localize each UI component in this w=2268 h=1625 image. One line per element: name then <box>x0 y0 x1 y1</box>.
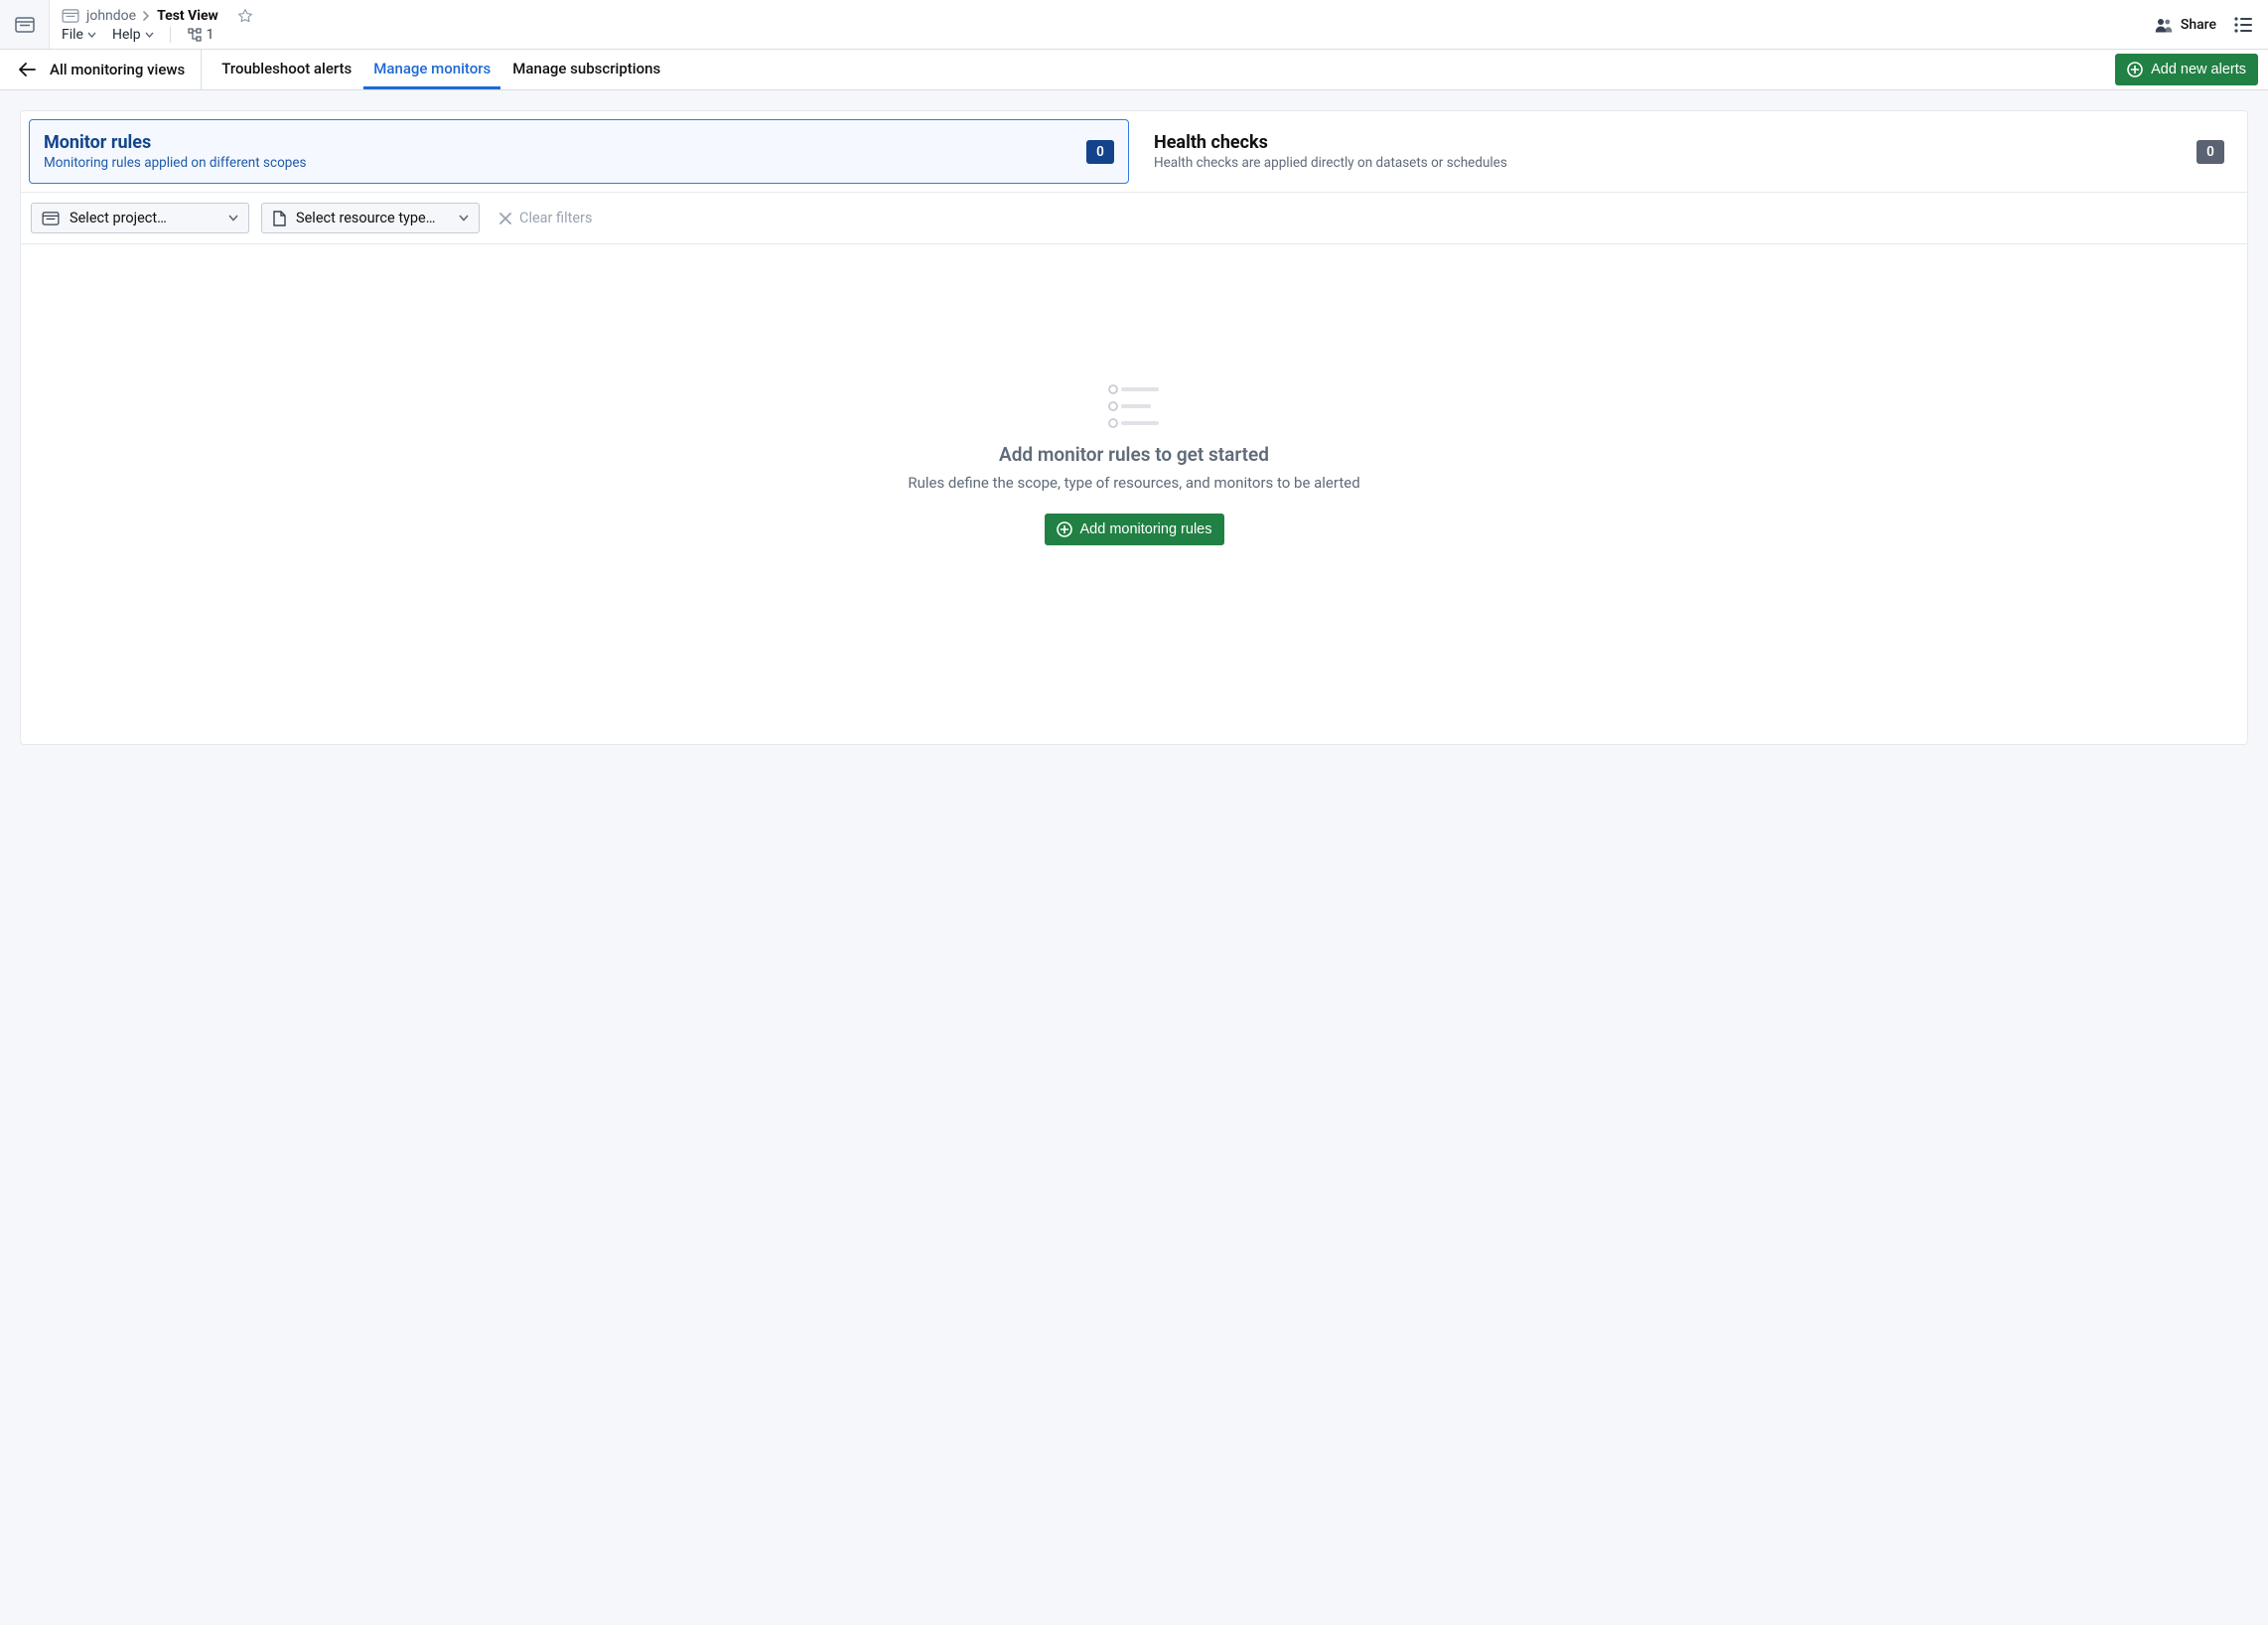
add-new-alerts-button[interactable]: Add new alerts <box>2115 54 2258 85</box>
card-monitor-rules-title: Monitor rules <box>44 132 306 153</box>
select-project-label: Select project… <box>70 210 167 226</box>
empty-state: Add monitor rules to get started Rules d… <box>21 244 2247 744</box>
menu-divider <box>170 27 171 43</box>
select-resource-type-label: Select resource type… <box>296 210 435 226</box>
tab-manage-monitors-label: Manage monitors <box>373 60 491 77</box>
plus-circle-icon <box>1057 521 1072 537</box>
folder-small-icon <box>62 9 79 23</box>
breadcrumb: johndoe Test View <box>62 7 2155 25</box>
select-project-dropdown[interactable]: Select project… <box>31 203 249 233</box>
people-icon <box>2155 17 2173 33</box>
tab-manage-monitors[interactable]: Manage monitors <box>363 50 500 89</box>
menu-file[interactable]: File <box>62 27 96 43</box>
main-panel: Monitor rules Monitoring rules applied o… <box>20 110 2248 745</box>
app-icon <box>0 0 50 49</box>
branch-icon <box>187 27 203 43</box>
document-icon <box>272 211 286 226</box>
tab-manage-subscriptions-label: Manage subscriptions <box>512 60 660 77</box>
close-icon <box>499 213 511 224</box>
card-health-checks-title: Health checks <box>1154 132 1507 153</box>
card-health-checks-count: 0 <box>2197 140 2224 164</box>
caret-down-icon <box>228 215 238 222</box>
card-monitor-rules-desc: Monitoring rules applied on different sc… <box>44 155 306 171</box>
share-button[interactable]: Share <box>2155 17 2216 33</box>
empty-list-icon <box>1106 383 1162 429</box>
back-to-views[interactable]: All monitoring views <box>18 50 202 89</box>
empty-state-desc: Rules define the scope, type of resource… <box>908 474 1359 492</box>
star-icon[interactable] <box>237 8 253 24</box>
clear-filters-label: Clear filters <box>519 210 592 226</box>
menu-help[interactable]: Help <box>112 27 154 43</box>
card-health-checks[interactable]: Health checks Health checks are applied … <box>1139 119 2239 184</box>
select-resource-type-dropdown[interactable]: Select resource type… <box>261 203 480 233</box>
add-new-alerts-label: Add new alerts <box>2151 62 2246 77</box>
tab-manage-subscriptions[interactable]: Manage subscriptions <box>502 50 670 89</box>
card-health-checks-desc: Health checks are applied directly on da… <box>1154 155 1507 171</box>
header-main: johndoe Test View File Help <box>50 0 2155 49</box>
page-title: Test View <box>157 7 218 25</box>
tab-troubleshoot-alerts[interactable]: Troubleshoot alerts <box>212 50 361 89</box>
branch-count-value: 1 <box>207 27 214 43</box>
breadcrumb-folder[interactable]: johndoe <box>86 7 136 25</box>
plus-circle-icon <box>2127 62 2143 77</box>
add-monitoring-rules-button[interactable]: Add monitoring rules <box>1045 514 1224 545</box>
card-monitor-rules[interactable]: Monitor rules Monitoring rules applied o… <box>29 119 1129 184</box>
list-icon[interactable] <box>2234 17 2252 33</box>
page-body: Monitor rules Monitoring rules applied o… <box>0 90 2268 1625</box>
tab-troubleshoot-alerts-label: Troubleshoot alerts <box>221 60 352 77</box>
subnav: All monitoring views Troubleshoot alerts… <box>0 50 2268 90</box>
cards-row: Monitor rules Monitoring rules applied o… <box>21 111 2247 193</box>
chevron-right-icon <box>143 11 150 21</box>
clear-filters: Clear filters <box>492 210 592 226</box>
add-monitoring-rules-label: Add monitoring rules <box>1080 521 1212 537</box>
app-header: johndoe Test View File Help <box>0 0 2268 50</box>
menu-help-label: Help <box>112 27 141 43</box>
menu-row: File Help 1 <box>62 27 2155 43</box>
monitoring-view-icon <box>15 17 35 33</box>
caret-down-icon <box>145 32 154 38</box>
back-to-views-label: All monitoring views <box>50 61 185 78</box>
empty-state-title: Add monitor rules to get started <box>999 443 1269 466</box>
arrow-left-icon <box>18 63 36 76</box>
caret-down-icon <box>459 215 469 222</box>
subnav-tabs: Troubleshoot alerts Manage monitors Mana… <box>202 50 670 89</box>
branch-count[interactable]: 1 <box>187 27 214 43</box>
card-monitor-rules-count: 0 <box>1086 140 1114 164</box>
share-label: Share <box>2181 17 2216 33</box>
filters-row: Select project… Select resource type… <box>21 193 2247 244</box>
menu-file-label: File <box>62 27 83 43</box>
header-actions: Share <box>2155 0 2268 49</box>
project-icon <box>42 212 60 225</box>
caret-down-icon <box>87 32 96 38</box>
